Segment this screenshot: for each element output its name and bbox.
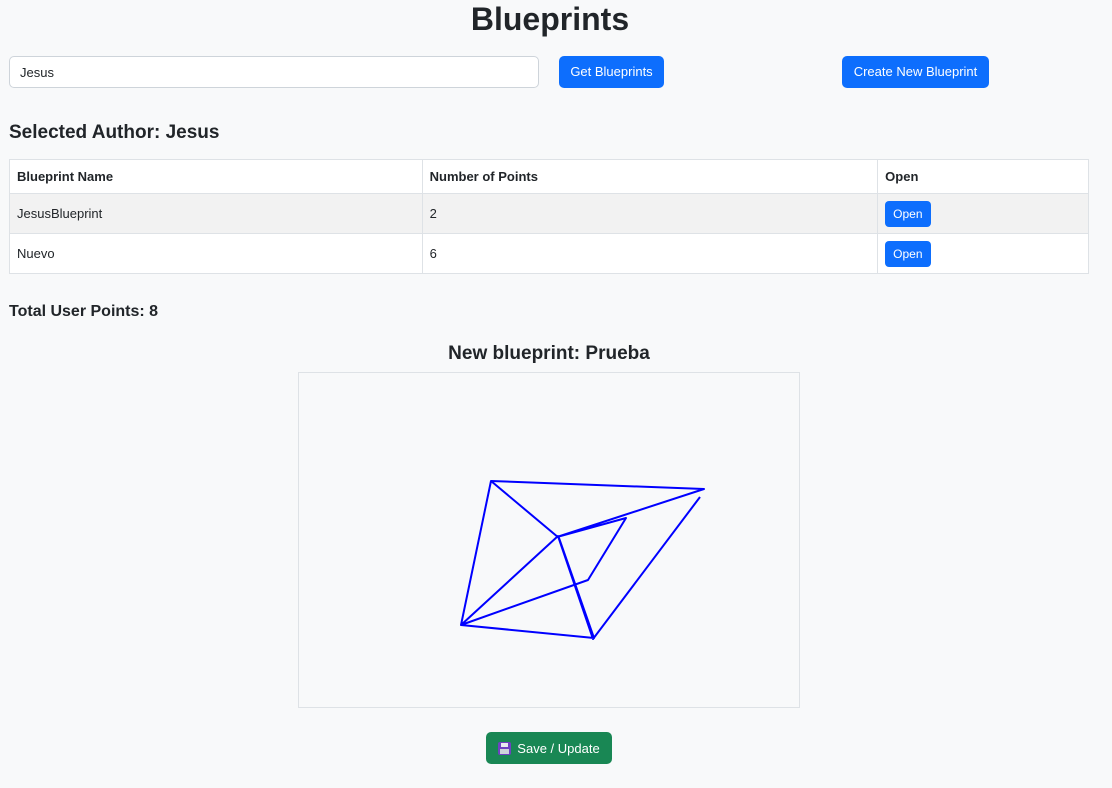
table-row: Nuevo 6 Open	[9, 233, 1089, 274]
page-title: Blueprints	[470, 1, 630, 37]
create-blueprint-button[interactable]: Create New Blueprint	[842, 56, 989, 88]
open-blueprint-button[interactable]: Open	[885, 200, 931, 227]
blueprint-polyline	[460, 480, 705, 640]
blueprint-drawing[interactable]	[299, 373, 799, 707]
blueprint-open-cell: Open	[877, 193, 1089, 234]
table-header-row: Blueprint Name Number of Points Open	[9, 159, 1089, 194]
blueprint-open-cell: Open	[877, 233, 1089, 274]
author-input[interactable]	[9, 56, 539, 88]
floppy-disk-icon	[498, 741, 512, 755]
selected-author-heading: Selected Author: Jesus	[9, 122, 219, 144]
column-header-name: Blueprint Name	[9, 159, 423, 194]
blueprint-name-cell: JesusBlueprint	[9, 193, 423, 234]
blueprint-name-cell: Nuevo	[9, 233, 423, 274]
table-row: JesusBlueprint 2 Open	[9, 193, 1089, 234]
blueprint-points-cell: 2	[421, 193, 879, 234]
save-update-button[interactable]: Save / Update	[486, 732, 612, 764]
blueprints-table: Blueprint Name Number of Points Open Jes…	[9, 159, 1089, 274]
column-header-points: Number of Points	[421, 159, 879, 194]
total-user-points: Total User Points: 8	[9, 303, 159, 320]
selected-author-name: Jesus	[165, 122, 220, 143]
open-blueprint-button[interactable]: Open	[885, 240, 931, 267]
selected-author-label: Selected Author:	[9, 122, 161, 143]
get-blueprints-button[interactable]: Get Blueprints	[559, 56, 664, 88]
page: Blueprints Get Blueprints Create New Blu…	[0, 0, 1112, 788]
canvas-title: New blueprint: Prueba	[448, 343, 650, 364]
blueprint-canvas[interactable]	[298, 372, 800, 708]
blueprint-points-cell: 6	[421, 233, 879, 274]
save-update-label: Save / Update	[517, 740, 600, 756]
column-header-open: Open	[877, 159, 1089, 194]
